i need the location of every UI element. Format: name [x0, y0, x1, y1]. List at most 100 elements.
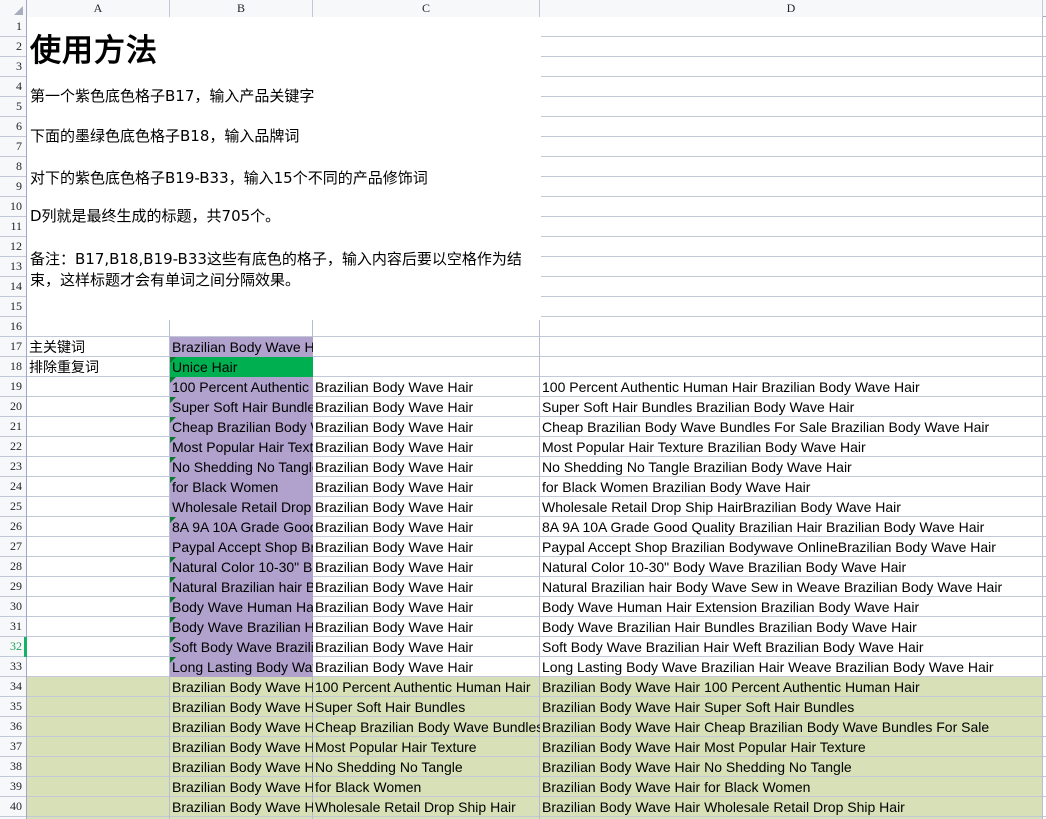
row-header-16[interactable]: 16: [0, 317, 26, 337]
row-header-1[interactable]: 1: [0, 17, 26, 37]
row-header-14[interactable]: 14: [0, 277, 26, 297]
cell-D28[interactable]: Natural Color 10-30" Body Wave Brazilian…: [540, 557, 1043, 577]
row-header-27[interactable]: 27: [0, 537, 26, 557]
cell-D19[interactable]: 100 Percent Authentic Human Hair Brazili…: [540, 377, 1043, 397]
cell-C26[interactable]: Brazilian Body Wave Hair: [313, 517, 540, 537]
cell-B26[interactable]: 8A 9A 10A Grade Good Quality Brazilian H…: [170, 517, 313, 537]
cell-D24[interactable]: for Black Women Brazilian Body Wave Hair: [540, 477, 1043, 497]
row-header-40[interactable]: 40: [0, 797, 26, 817]
cell-A17[interactable]: 主关键词: [27, 337, 170, 357]
cell-D37[interactable]: Brazilian Body Wave Hair Most Popular Ha…: [540, 737, 1043, 757]
cell-D22[interactable]: Most Popular Hair Texture Brazilian Body…: [540, 437, 1043, 457]
row-header-6[interactable]: 6: [0, 117, 26, 137]
cell-C40[interactable]: Wholesale Retail Drop Ship Hair: [313, 797, 540, 817]
cell-C27[interactable]: Brazilian Body Wave Hair: [313, 537, 540, 557]
row-header-26[interactable]: 26: [0, 517, 26, 537]
cell-C21[interactable]: Brazilian Body Wave Hair: [313, 417, 540, 437]
cell-D31[interactable]: Body Wave Brazilian Hair Bundles Brazili…: [540, 617, 1043, 637]
row-header-4[interactable]: 4: [0, 77, 26, 97]
column-header-d[interactable]: D: [540, 0, 1043, 17]
cell-D20[interactable]: Super Soft Hair Bundles Brazilian Body W…: [540, 397, 1043, 417]
spreadsheet-grid[interactable]: ABCD 1 2 3 4 5 6 7 8 9 10 11 12 13 14 15 16 17 18 19 20 21 22…: [0, 0, 1046, 819]
row-header-20[interactable]: 20: [0, 397, 26, 417]
cell-C28[interactable]: Brazilian Body Wave Hair: [313, 557, 540, 577]
row-header-21[interactable]: 21: [0, 417, 26, 437]
row-header-23[interactable]: 23: [0, 457, 26, 477]
cell-B39[interactable]: Brazilian Body Wave Hair: [170, 777, 313, 797]
row-header-3[interactable]: 3: [0, 57, 26, 77]
row-header-8[interactable]: 8: [0, 157, 26, 177]
row-header-5[interactable]: 5: [0, 97, 26, 117]
row-header-34[interactable]: 34: [0, 677, 26, 697]
column-header-a[interactable]: A: [27, 0, 170, 17]
row-header-31[interactable]: 31: [0, 617, 26, 637]
cell-D35[interactable]: Brazilian Body Wave Hair Super Soft Hair…: [540, 697, 1043, 717]
cell-B20[interactable]: Super Soft Hair Bundles: [170, 397, 313, 417]
cell-C36[interactable]: Cheap Brazilian Body Wave Bundles For Sa…: [313, 717, 540, 737]
cell-D23[interactable]: No Shedding No Tangle Brazilian Body Wav…: [540, 457, 1043, 477]
cell-B17[interactable]: Brazilian Body Wave Hair: [170, 337, 313, 357]
cell-A18[interactable]: 排除重复词: [27, 357, 170, 377]
cell-B21[interactable]: Cheap Brazilian Body Wave Bundles For Sa…: [170, 417, 313, 437]
cell-B34[interactable]: Brazilian Body Wave Hair: [170, 677, 313, 697]
cell-C33[interactable]: Brazilian Body Wave Hair: [313, 657, 540, 677]
cell-B36[interactable]: Brazilian Body Wave Hair: [170, 717, 313, 737]
cell-B22[interactable]: Most Popular Hair Texture: [170, 437, 313, 457]
row-header-25[interactable]: 25: [0, 497, 26, 517]
row-header-2[interactable]: 2: [0, 37, 26, 57]
cell-B18[interactable]: Unice Hair: [170, 357, 313, 377]
row-header-22[interactable]: 22: [0, 437, 26, 457]
cell-C25[interactable]: Brazilian Body Wave Hair: [313, 497, 540, 517]
cell-C29[interactable]: Brazilian Body Wave Hair: [313, 577, 540, 597]
row-header-11[interactable]: 11: [0, 217, 26, 237]
cell-B33[interactable]: Long Lasting Body Wave Brazilian Hair We…: [170, 657, 313, 677]
select-all-corner[interactable]: [0, 0, 27, 17]
cell-D26[interactable]: 8A 9A 10A Grade Good Quality Brazilian H…: [540, 517, 1043, 537]
cell-B30[interactable]: Body Wave Human Hair Extension: [170, 597, 313, 617]
cell-C34[interactable]: 100 Percent Authentic Human Hair: [313, 677, 540, 697]
row-header-39[interactable]: 39: [0, 777, 26, 797]
cell-D33[interactable]: Long Lasting Body Wave Brazilian Hair We…: [540, 657, 1043, 677]
cell-D39[interactable]: Brazilian Body Wave Hair for Black Women: [540, 777, 1043, 797]
cell-B38[interactable]: Brazilian Body Wave Hair: [170, 757, 313, 777]
row-header-30[interactable]: 30: [0, 597, 26, 617]
cell-C39[interactable]: for Black Women: [313, 777, 540, 797]
cell-B24[interactable]: for Black Women: [170, 477, 313, 497]
row-header-37[interactable]: 37: [0, 737, 26, 757]
cell-B28[interactable]: Natural Color 10-30" Body Wave: [170, 557, 313, 577]
cell-D30[interactable]: Body Wave Human Hair Extension Brazilian…: [540, 597, 1043, 617]
row-header-38[interactable]: 38: [0, 757, 26, 777]
row-header-9[interactable]: 9: [0, 177, 26, 197]
row-header-28[interactable]: 28: [0, 557, 26, 577]
cell-C35[interactable]: Super Soft Hair Bundles: [313, 697, 540, 717]
row-header-15[interactable]: 15: [0, 297, 26, 317]
cell-C30[interactable]: Brazilian Body Wave Hair: [313, 597, 540, 617]
cell-D34[interactable]: Brazilian Body Wave Hair 100 Percent Aut…: [540, 677, 1043, 697]
row-header-19[interactable]: 19: [0, 377, 26, 397]
cell-B29[interactable]: Natural Brazilian hair Body Wave Sew in …: [170, 577, 313, 597]
row-header-24[interactable]: 24: [0, 477, 26, 497]
cell-B27[interactable]: Paypal Accept Shop Brazilian Bodywave On…: [170, 537, 313, 557]
column-header-c[interactable]: C: [313, 0, 540, 17]
row-header-10[interactable]: 10: [0, 197, 26, 217]
cell-B40[interactable]: Brazilian Body Wave Hair: [170, 797, 313, 817]
cell-B32[interactable]: Soft Body Wave Brazilian Hair Weft: [170, 637, 313, 657]
cell-D25[interactable]: Wholesale Retail Drop Ship HairBrazilian…: [540, 497, 1043, 517]
cell-D21[interactable]: Cheap Brazilian Body Wave Bundles For Sa…: [540, 417, 1043, 437]
row-header-17[interactable]: 17: [0, 337, 26, 357]
row-header-12[interactable]: 12: [0, 237, 26, 257]
column-header-b[interactable]: B: [170, 0, 313, 17]
cell-C31[interactable]: Brazilian Body Wave Hair: [313, 617, 540, 637]
cell-B37[interactable]: Brazilian Body Wave Hair: [170, 737, 313, 757]
cell-C19[interactable]: Brazilian Body Wave Hair: [313, 377, 540, 397]
cell-D29[interactable]: Natural Brazilian hair Body Wave Sew in …: [540, 577, 1043, 597]
cell-C38[interactable]: No Shedding No Tangle: [313, 757, 540, 777]
row-header-35[interactable]: 35: [0, 697, 26, 717]
row-header-18[interactable]: 18: [0, 357, 26, 377]
row-header-13[interactable]: 13: [0, 257, 26, 277]
cell-B25[interactable]: Wholesale Retail Drop Ship Hair: [170, 497, 313, 517]
cell-D27[interactable]: Paypal Accept Shop Brazilian Bodywave On…: [540, 537, 1043, 557]
row-header-7[interactable]: 7: [0, 137, 26, 157]
row-header-33[interactable]: 33: [0, 657, 26, 677]
cell-B31[interactable]: Body Wave Brazilian Hair Bundles: [170, 617, 313, 637]
